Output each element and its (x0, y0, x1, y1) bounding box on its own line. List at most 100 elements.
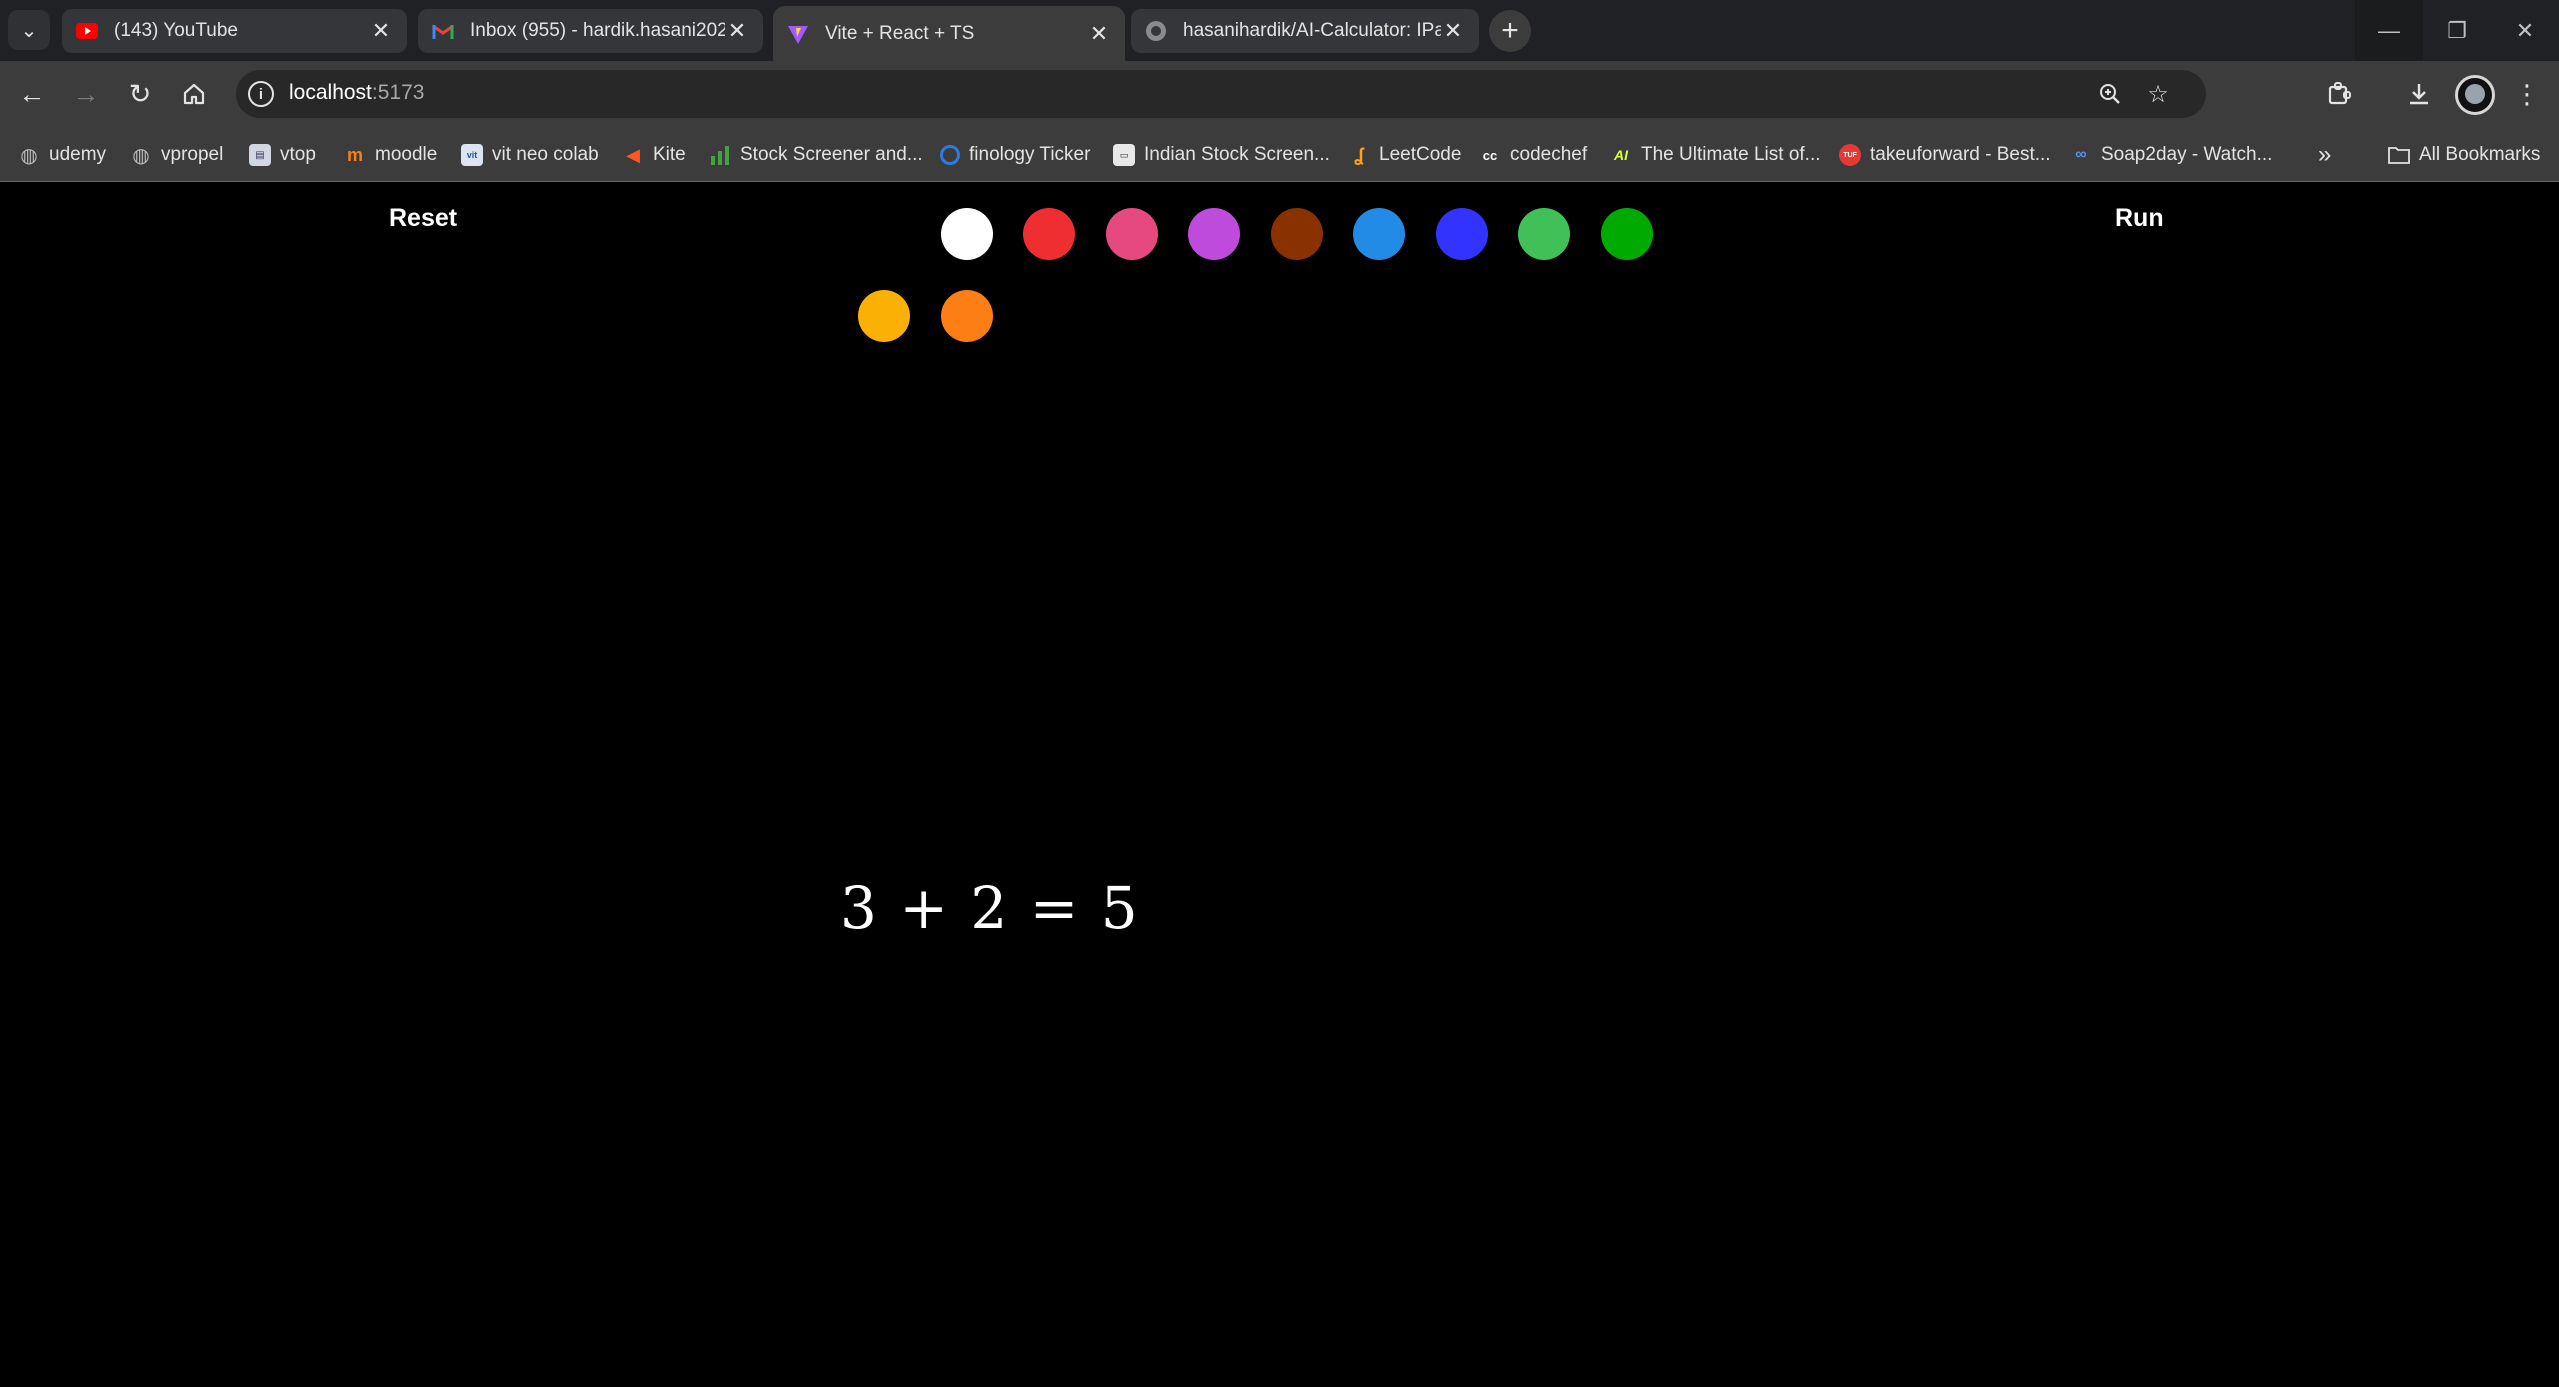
browser-toolbar: ← → ↻ i localhost:5173 ☆ ⋮ (0, 61, 2559, 128)
gmail-icon (432, 20, 454, 42)
color-swatch-indigo[interactable] (1435, 208, 1488, 260)
extensions-button[interactable] (2317, 72, 2361, 116)
back-button[interactable]: ← (10, 72, 54, 116)
bookmark-stock-screener[interactable]: Stock Screener and... (709, 138, 923, 172)
youtube-icon (76, 20, 98, 42)
reset-button[interactable]: Reset (389, 204, 457, 233)
color-swatch-white[interactable] (940, 208, 993, 260)
leetcode-icon: ʆ (1354, 144, 1364, 165)
result-expression: 3 + 2 = 5 (840, 874, 1140, 942)
tab-vite-app[interactable]: Vite + React + TS ✕ (773, 6, 1125, 61)
tab-gmail[interactable]: Inbox (955) - hardik.hasani2022 ✕ (418, 9, 763, 53)
color-swatch-purple[interactable] (1188, 208, 1240, 260)
run-button[interactable]: Run (2115, 204, 2164, 233)
bookmark-label: LeetCode (1379, 144, 1462, 165)
calculator-canvas[interactable]: Reset Run 3 + 2 = 5 (0, 182, 2559, 1387)
new-tab-button[interactable]: + (1489, 10, 1531, 52)
codechef-icon: cc (1482, 147, 1498, 163)
reload-icon: ↻ (128, 78, 152, 109)
close-icon[interactable]: ✕ (1087, 21, 1111, 47)
arrow-left-icon: ← (18, 78, 46, 109)
all-bookmarks-label: All Bookmarks (2419, 144, 2541, 165)
color-swatch-pink[interactable] (1105, 208, 1158, 260)
reload-button[interactable]: ↻ (118, 72, 162, 116)
color-swatch-yellow[interactable] (858, 290, 910, 342)
bookmark-vit-neo-colab[interactable]: vit vit neo colab (461, 138, 599, 172)
bookmark-soap2day[interactable]: ∞ Soap2day - Watch... (2070, 138, 2272, 172)
bookmark-label: Stock Screener and... (740, 144, 923, 165)
takeuforward-icon: TUF (1839, 144, 1861, 166)
forward-button[interactable]: → (64, 72, 108, 116)
bookmark-label: vtop (280, 144, 316, 165)
vite-icon (787, 23, 809, 45)
chevron-down-icon: ⌄ (20, 19, 38, 42)
url-host: localhost (289, 81, 372, 104)
tab-search-button[interactable]: ⌄ (8, 10, 50, 50)
minimize-button[interactable]: — (2355, 0, 2423, 61)
color-swatch-green[interactable] (1518, 208, 1570, 260)
bookmark-label: Indian Stock Screen... (1144, 144, 1330, 165)
url-port: :5173 (371, 81, 425, 104)
all-bookmarks-button[interactable]: All Bookmarks (2388, 138, 2540, 172)
bookmarks-bar: ◍ udemy ◍ vpropel ▤ vtop m moodle vit vi… (0, 128, 2559, 182)
color-swatch-blue[interactable] (1353, 208, 1405, 260)
bookmark-leetcode[interactable]: ʆ LeetCode (1348, 138, 1461, 172)
bookmark-codechef[interactable]: cc codechef (1479, 138, 1587, 172)
bookmark-label: The Ultimate List of... (1641, 144, 1821, 165)
restore-button[interactable]: ❐ (2423, 0, 2491, 61)
bookmark-takeuforward[interactable]: TUF takeuforward - Best... (1839, 138, 2051, 172)
close-icon[interactable]: ✕ (725, 18, 749, 44)
close-icon: ✕ (2515, 17, 2535, 43)
tab-youtube[interactable]: (143) YouTube ✕ (62, 9, 407, 53)
moodle-icon: m (346, 144, 363, 165)
tab-title: Vite + React + TS (825, 22, 975, 44)
star-icon[interactable]: ☆ (2140, 76, 2176, 112)
color-swatch-brown[interactable] (1270, 208, 1323, 260)
plus-icon: + (1501, 14, 1519, 47)
tab-title: hasanihardik/AI-Calculator: IPad (1183, 20, 1441, 41)
bar-chart-icon (709, 144, 731, 166)
color-swatch-dark-green[interactable] (1600, 208, 1653, 260)
screener-icon: ▭ (1113, 144, 1135, 166)
color-swatch-orange[interactable] (940, 290, 993, 342)
zoom-icon[interactable] (2092, 76, 2128, 112)
home-button[interactable] (172, 72, 216, 116)
github-icon (1145, 20, 1167, 42)
bookmark-vtop[interactable]: ▤ vtop (249, 138, 316, 172)
puzzle-icon (2328, 82, 2351, 105)
menu-button[interactable]: ⋮ (2505, 72, 2549, 116)
bookmark-indian-stock-screener[interactable]: ▭ Indian Stock Screen... (1113, 138, 1330, 172)
bookmark-label: moodle (375, 144, 438, 165)
bookmark-ultimate-list[interactable]: AI The Ultimate List of... (1610, 138, 1821, 172)
soap2day-icon: ∞ (2075, 146, 2087, 163)
bookmark-label: takeuforward - Best... (1870, 144, 2051, 165)
bookmark-moodle[interactable]: m moodle (344, 138, 437, 172)
bookmark-finology[interactable]: finology Ticker (940, 138, 1090, 172)
bookmark-label: Soap2day - Watch... (2101, 144, 2273, 165)
kite-icon: ◀ (626, 144, 640, 165)
downloads-button[interactable] (2397, 72, 2441, 116)
profile-avatar[interactable] (2455, 75, 2495, 115)
globe-icon: ◍ (20, 144, 38, 167)
vtop-icon: ▤ (249, 144, 271, 166)
site-info-icon[interactable]: i (248, 81, 274, 107)
color-swatch-red[interactable] (1023, 208, 1075, 260)
bookmark-kite[interactable]: ◀ Kite (622, 138, 686, 172)
ai-icon: AI (1614, 147, 1628, 163)
tab-strip: ⌄ (143) YouTube ✕ Inbox (955) - hardik.h… (0, 0, 2559, 61)
close-icon[interactable]: ✕ (1441, 18, 1465, 44)
tab-title: Inbox (955) - hardik.hasani2022 (470, 20, 725, 41)
neocolab-icon: vit (461, 144, 483, 166)
folder-icon (2388, 144, 2410, 166)
arrow-right-icon: → (72, 78, 100, 109)
address-bar[interactable]: i localhost:5173 ☆ (236, 70, 2206, 118)
color-swatch-black[interactable] (858, 208, 910, 260)
bookmark-label: finology Ticker (969, 144, 1091, 165)
bookmark-label: udemy (49, 144, 107, 165)
bookmarks-overflow-button[interactable]: » (2318, 138, 2331, 172)
close-window-button[interactable]: ✕ (2491, 0, 2559, 61)
close-icon[interactable]: ✕ (369, 18, 393, 44)
bookmark-vpropel[interactable]: ◍ vpropel (130, 138, 223, 172)
tab-github[interactable]: hasanihardik/AI-Calculator: IPad ✕ (1131, 9, 1479, 53)
bookmark-udemy[interactable]: ◍ udemy (18, 138, 106, 172)
